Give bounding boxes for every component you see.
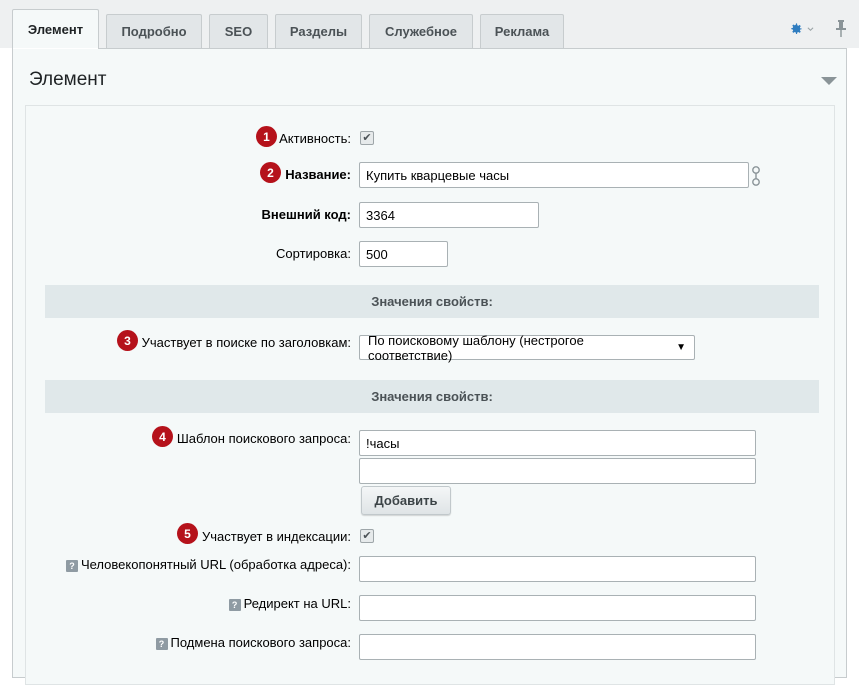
indexing-label: Участвует в индексации: bbox=[202, 529, 351, 544]
add-button[interactable]: Добавить bbox=[361, 486, 451, 515]
redirect-input[interactable] bbox=[359, 595, 756, 621]
tab-label: Подробно bbox=[121, 24, 187, 39]
chevron-down-icon: ▼ bbox=[676, 342, 686, 353]
checkbox-icon: ✔ bbox=[362, 529, 372, 542]
help-icon[interactable]: ? bbox=[65, 560, 78, 572]
tab-label: Служебное bbox=[384, 24, 458, 39]
help-icon[interactable]: ? bbox=[228, 599, 241, 611]
collapse-arrow-icon[interactable] bbox=[821, 77, 837, 85]
link-icon[interactable] bbox=[751, 164, 761, 188]
tab-seo[interactable]: SEO bbox=[209, 14, 268, 48]
redirect-label-text: Редирект на URL: bbox=[243, 596, 351, 611]
badge-5: 5 bbox=[177, 523, 198, 544]
search-title-label: Участвует в поиске по заголовкам: bbox=[141, 335, 351, 350]
search-template-input-1[interactable]: !часы bbox=[359, 430, 756, 456]
active-label: Активность: bbox=[279, 131, 351, 146]
external-code-input[interactable]: 3364 bbox=[359, 202, 539, 228]
name-label: Название: bbox=[285, 167, 351, 182]
settings-gear-button[interactable] bbox=[790, 21, 814, 37]
sort-input[interactable]: 500 bbox=[359, 241, 448, 267]
tab-sections[interactable]: Разделы bbox=[275, 14, 362, 48]
tab-label: SEO bbox=[224, 24, 253, 39]
properties-group-header: Значения свойств: bbox=[45, 285, 819, 318]
tab-bar: Элемент Подробно SEO Разделы Служебное Р… bbox=[0, 0, 859, 49]
pin-icon[interactable] bbox=[834, 19, 848, 39]
tab-service[interactable]: Служебное bbox=[369, 14, 473, 48]
tab-label: Реклама bbox=[494, 24, 550, 39]
section-title: Элемент bbox=[29, 69, 107, 90]
search-template-label: Шаблон поискового запроса: bbox=[176, 431, 351, 446]
indexing-checkbox[interactable]: ✔ bbox=[360, 529, 374, 543]
tab-details[interactable]: Подробно bbox=[106, 14, 202, 48]
badge-3: 3 bbox=[117, 330, 138, 351]
chevron-down-icon bbox=[807, 27, 814, 32]
badge-1: 1 bbox=[256, 126, 277, 147]
active-checkbox[interactable]: ✔ bbox=[360, 131, 374, 145]
tab-label: Разделы bbox=[289, 24, 348, 39]
checkbox-icon: ✔ bbox=[362, 131, 372, 144]
badge-2: 2 bbox=[260, 162, 281, 183]
search-title-select[interactable]: По поисковому шаблону (нестрогое соответ… bbox=[359, 332, 695, 363]
search-template-input-2[interactable] bbox=[359, 458, 756, 484]
properties-group-header-2: Значения свойств: bbox=[45, 380, 819, 413]
query-replace-input[interactable] bbox=[359, 634, 756, 660]
redirect-label: ? Редирект на URL: bbox=[228, 596, 351, 611]
external-code-label: Внешний код: bbox=[261, 207, 351, 222]
query-replace-label: ? Подмена поискового запроса: bbox=[155, 635, 351, 650]
query-replace-label-text: Подмена поискового запроса: bbox=[170, 635, 351, 650]
human-url-label: ? Человекопонятный URL (обработка адреса)… bbox=[65, 557, 351, 572]
gear-icon bbox=[791, 22, 802, 34]
tab-advertising[interactable]: Реклама bbox=[480, 14, 564, 48]
tab-element[interactable]: Элемент bbox=[12, 9, 99, 49]
name-input[interactable]: Купить кварцевые часы bbox=[359, 162, 749, 188]
human-url-label-text: Человекопонятный URL (обработка адреса): bbox=[80, 557, 351, 572]
help-icon[interactable]: ? bbox=[155, 638, 168, 650]
human-url-input[interactable] bbox=[359, 556, 756, 582]
select-value: По поисковому шаблону (нестрогое соответ… bbox=[368, 332, 584, 363]
sort-label: Сортировка: bbox=[276, 246, 351, 261]
badge-4: 4 bbox=[152, 426, 173, 447]
tab-label: Элемент bbox=[27, 22, 84, 37]
element-panel: Элемент bbox=[12, 48, 847, 685]
